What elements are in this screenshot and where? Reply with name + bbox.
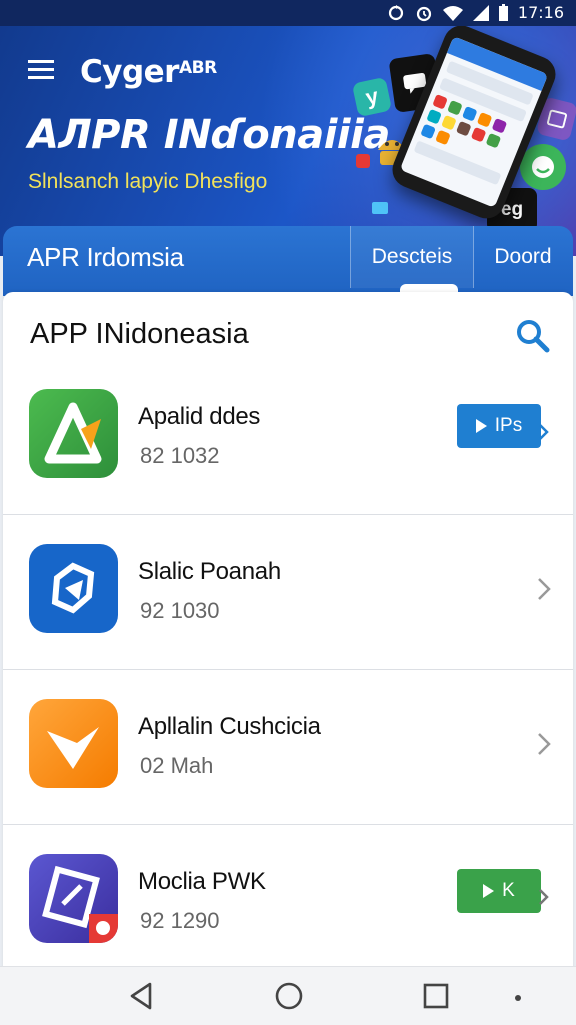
app-meta: 92 1030: [140, 598, 220, 623]
app-name: Slalic Poanah: [138, 558, 281, 585]
app-meta: 82 1032: [140, 443, 220, 468]
battery-icon: [498, 4, 508, 21]
play-icon: [483, 884, 495, 898]
search-icon[interactable]: [515, 318, 551, 354]
app-tile-green: [520, 144, 566, 190]
brand-logo-text: CygerABR: [80, 54, 217, 90]
hero-banner: CygerABR AЛPR INɗonaiiia Slnlsanch lapyi…: [0, 26, 576, 256]
chevron-right-icon[interactable]: [535, 574, 553, 604]
shutter-logo-icon: [51, 562, 95, 614]
play-store-button[interactable]: IPs: [457, 404, 541, 448]
app-meta: 02 Mah: [140, 753, 214, 778]
play-store-button[interactable]: K: [457, 869, 541, 913]
recents-icon[interactable]: [423, 983, 449, 1009]
window-icon: [546, 109, 568, 129]
app-tile-small-red: [356, 154, 370, 168]
chevron-right-icon[interactable]: [539, 417, 549, 447]
list-item[interactable]: Slalic Poanah 92 1030: [3, 514, 573, 670]
list-item[interactable]: Apalid ddes 82 1032 IPs: [3, 359, 573, 515]
list-item[interactable]: Moclia PWK 92 1290 K: [3, 824, 573, 979]
list-title: APP INidoneasia: [30, 318, 249, 350]
status-icons: 17:16: [387, 3, 564, 22]
dot-icon: [515, 995, 521, 1001]
status-time: 17:16: [517, 3, 564, 22]
wifi-icon: [442, 5, 463, 21]
hero-headline: AЛPR INɗonaiiia: [28, 112, 390, 158]
system-navigation-bar: [0, 966, 576, 1025]
signal-icon: [472, 4, 489, 21]
home-icon[interactable]: [274, 981, 304, 1011]
play-icon: [475, 419, 487, 433]
chevron-right-icon[interactable]: [539, 882, 549, 912]
a-logo-icon: [44, 402, 102, 464]
app-tile-label: y: [363, 83, 381, 111]
status-bar: 17:16: [0, 0, 576, 26]
hero-tagline: Slnlsanch lapyic Dhesfigo: [28, 170, 268, 193]
back-icon[interactable]: [128, 981, 154, 1011]
app-icon: [29, 699, 118, 788]
list-item[interactable]: Apllalin Cushcicia 02 Mah: [3, 669, 573, 825]
button-label: K: [502, 880, 515, 901]
app-name: Apalid ddes: [138, 403, 261, 430]
app-meta: 92 1290: [140, 908, 220, 933]
chevron-right-icon[interactable]: [535, 729, 553, 759]
section-tabs-header: APR Irdomsia Descteis Doord: [3, 226, 573, 296]
pen-logo-icon: [42, 865, 118, 943]
section-title: APR Irdomsia: [27, 242, 184, 272]
app-name: Moclia PWK: [138, 868, 266, 895]
tab-discover[interactable]: Descteis: [350, 226, 474, 288]
sync-icon: [388, 4, 403, 20]
app-list-card: APP INidoneasia Apalid ddes 82 1032 IPs …: [3, 292, 573, 972]
button-label: IPs: [494, 415, 523, 436]
app-tile-teal: y: [351, 76, 393, 118]
app-icon: [29, 854, 118, 943]
smile-icon: [532, 156, 554, 178]
v-logo-icon: [47, 727, 99, 769]
app-icon: [29, 544, 118, 633]
tab-download[interactable]: Doord: [473, 226, 573, 288]
app-name: Apllalin Cushcicia: [138, 713, 321, 740]
app-tile-small-blue: [372, 202, 388, 214]
alarm-icon: [416, 6, 431, 21]
app-icon: [29, 389, 118, 478]
brand-name: Cyger: [80, 54, 179, 90]
brand-suffix: ABR: [178, 58, 217, 78]
hamburger-menu-icon[interactable]: [28, 58, 54, 80]
